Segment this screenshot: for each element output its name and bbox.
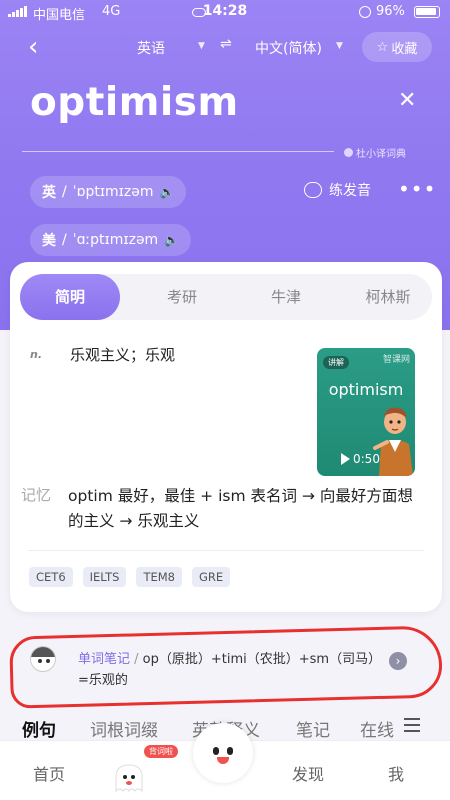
practice-label: 练发音 [329,183,371,199]
swap-languages-icon[interactable]: ⇌ [220,36,232,52]
source-language-select[interactable]: 英语 [137,38,165,58]
exam-tag[interactable]: CET6 [29,567,73,587]
menu-icon[interactable] [404,718,420,732]
tab-oxford[interactable]: 牛津 [236,274,336,320]
favorite-label: 收藏 [391,41,418,57]
tab-kaoyan[interactable]: 考研 [132,274,232,320]
pronunciation-us-button[interactable]: 美 / ˈɑːptɪmɪzəm 🔈 [30,224,192,256]
nav-badge: 背词啦 [144,745,178,758]
speaker-icon: 🔈 [159,185,175,199]
video-duration: 0:50 [353,452,380,466]
tab-collins[interactable]: 柯林斯 [338,274,438,320]
back-icon[interactable]: ‹ [28,34,38,60]
tab-examples[interactable]: 例句 [22,716,56,741]
pron-us-tag: 美 [42,233,56,249]
tab-online[interactable]: 在线 [360,716,394,741]
slash: / [62,184,67,200]
target-language-select[interactable]: 中文(简体) [255,38,322,58]
play-icon [341,453,350,465]
brand-label: 杜小译词典 [356,149,406,160]
pron-us-phonetic: ˈɑːptɪmɪzəm [72,232,159,248]
hand-drawn-circle-annotation [9,625,443,709]
video-thumbnail[interactable]: 讲解 智课网 optimism 0:50 [317,348,415,476]
battery-percent: 96% [376,4,405,19]
bottom-navigation: 首页 背词啦 发现 我 [0,723,450,800]
more-icon[interactable]: ••• [398,177,436,201]
exam-tag[interactable]: IELTS [82,567,127,587]
definition-text: 乐观主义；乐观 [70,346,176,364]
video-brand: 智课网 [382,355,410,365]
tab-roots-affixes[interactable]: 词根词缀 [90,716,158,741]
part-of-speech: n. [30,348,43,361]
chevron-down-icon: ▼ [336,41,343,51]
chevron-down-icon: ▼ [198,41,205,51]
memory-label: 记忆 [21,486,52,504]
nav-home[interactable]: 首页 [33,761,65,785]
ghost-mascot-icon[interactable] [112,761,146,795]
center-mascot-button[interactable] [193,723,253,783]
practice-pronunciation-button[interactable]: 练发音 [304,180,371,200]
speaker-icon: 🔈 [164,233,180,247]
status-bar: 中国电信 4G 14:28 96% [0,0,450,24]
nav-discover[interactable]: 发现 [292,761,324,785]
microphone-icon [304,182,322,198]
dictionary-tabs: 简明 考研 牛津 柯林斯 [20,274,432,320]
alarm-icon [359,6,371,18]
pronunciation-uk-button[interactable]: 英 / ˈɒptɪmɪzəm 🔈 [30,176,187,208]
favorite-button[interactable]: ☆ 收藏 [362,32,432,62]
exam-tag[interactable]: GRE [191,567,231,587]
top-bar: ‹ 英语 ▼ ⇌ 中文(简体) ▼ ☆ 收藏 [0,30,450,64]
pron-uk-phonetic: ˈɒptɪmɪzəm [72,184,154,200]
tab-concise[interactable]: 简明 [20,274,120,320]
divider [22,151,334,152]
battery-icon [414,6,440,18]
pron-uk-tag: 英 [42,185,56,201]
close-icon[interactable]: ✕ [398,88,416,113]
headword: optimism [30,80,239,125]
slash: / [62,232,67,248]
brand-logo-icon [344,148,353,157]
exam-tags: CET6 IELTS TEM8 GRE [29,567,231,587]
video-badge: 讲解 [323,356,349,369]
play-button[interactable]: 0:50 [341,452,380,466]
divider [28,550,424,551]
dictionary-brand: 杜小译词典 [344,145,406,160]
star-icon: ☆ [376,39,389,55]
video-word: optimism [328,380,404,399]
definition-card: 简明 考研 牛津 柯林斯 n. 乐观主义；乐观 讲解 智课网 optimism … [10,262,442,612]
nav-me[interactable]: 我 [388,761,404,785]
tab-notes[interactable]: 笔记 [296,716,330,741]
memory-text: optim 最好，最佳 + ism 表名词 → 向最好方面想的主义 → 乐观主义 [68,487,413,530]
exam-tag[interactable]: TEM8 [136,567,182,587]
